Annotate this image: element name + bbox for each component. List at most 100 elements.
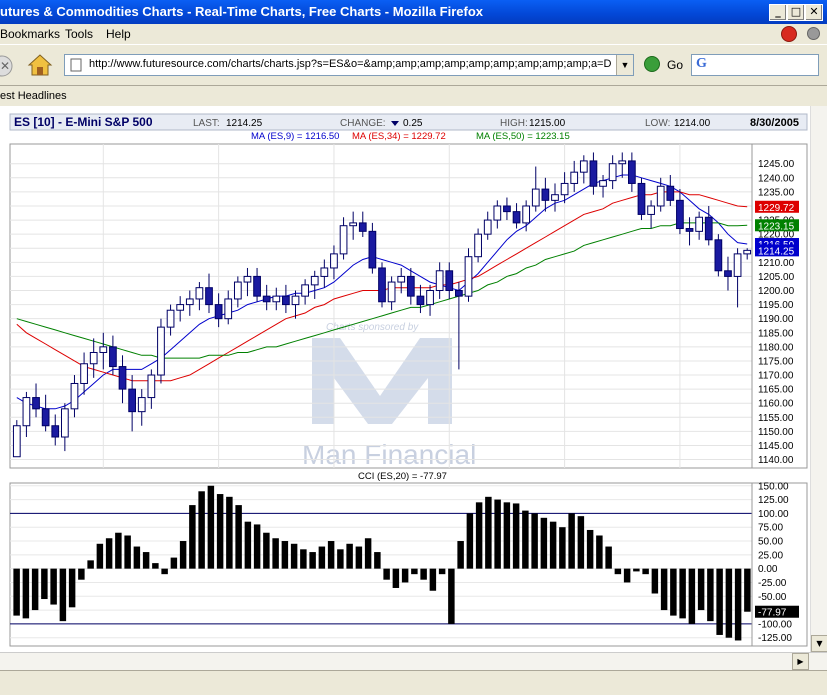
candle (656, 185, 665, 207)
candle (378, 267, 386, 303)
cci-bar (651, 568, 659, 594)
home-icon[interactable] (27, 53, 53, 77)
close-button[interactable]: ✕ (805, 4, 823, 21)
cci-tick-label: 150.00 (758, 481, 789, 492)
price-tick-label: 1185.00 (758, 328, 794, 339)
search-input[interactable]: G (691, 54, 819, 76)
scroll-down-arrow[interactable]: ▼ (811, 635, 827, 652)
price-tick-label: 1190.00 (758, 314, 794, 325)
url-text: http://www.futuresource.com/charts/chart… (89, 58, 612, 70)
cci-bar (337, 549, 344, 569)
cci-bar (198, 491, 205, 569)
candle (89, 351, 98, 365)
cci-bar (512, 503, 520, 569)
cci-bar (605, 546, 612, 569)
cci-bar (179, 541, 187, 569)
cci-bar (355, 546, 363, 569)
candle (301, 284, 309, 297)
high-label: HIGH: (500, 118, 528, 129)
cci-bar (318, 546, 326, 569)
menu-help[interactable]: Help (106, 27, 131, 41)
cci-bar (448, 568, 455, 624)
cci-tick-label: 0.00 (758, 564, 778, 575)
cci-bar (309, 552, 316, 569)
cci-bar (364, 538, 372, 569)
candle (224, 298, 233, 320)
candle (464, 256, 473, 297)
cci-bar (115, 532, 122, 569)
menu-bookmarks[interactable]: Bookmarks (0, 27, 60, 41)
price-panel (9, 143, 808, 469)
cci-bar (96, 543, 104, 569)
vertical-scrollbar[interactable]: ▼ (810, 106, 827, 652)
cci-bar (78, 568, 85, 580)
maximize-button[interactable]: □ (787, 4, 805, 21)
candle (551, 194, 559, 201)
price-tick-label: 1140.00 (758, 455, 794, 466)
cci-bar (660, 568, 668, 611)
go-button[interactable]: Go (667, 58, 683, 72)
go-icon[interactable] (644, 56, 660, 72)
candle (637, 182, 646, 215)
price-tick-label: 1165.00 (758, 385, 794, 396)
candle (349, 222, 358, 227)
cci-bar (466, 513, 474, 569)
horizontal-scrollbar[interactable]: ▶ (0, 652, 827, 671)
candle (445, 270, 454, 292)
cci-bar (540, 517, 548, 569)
url-dropdown-button[interactable]: ▼ (616, 55, 633, 75)
cci-bar (235, 505, 242, 569)
candle (589, 160, 598, 187)
bookmark-latest-headlines[interactable]: est Headlines (0, 90, 67, 102)
cci-bar (744, 568, 751, 612)
candle (12, 425, 21, 458)
cci-bar (549, 521, 557, 569)
candle (531, 188, 540, 207)
search-engine-icon[interactable]: G (696, 56, 707, 72)
cci-bar (596, 535, 603, 569)
candle (118, 366, 127, 390)
candle (714, 239, 723, 272)
cci-bar (642, 568, 649, 575)
candle (195, 287, 204, 300)
cci-bar (614, 568, 622, 575)
high-value: 1215.00 (529, 118, 566, 129)
cci-bar (475, 502, 483, 569)
candle (579, 160, 588, 173)
candle (704, 216, 713, 241)
candle (32, 397, 40, 410)
minimize-button[interactable]: _ (769, 4, 787, 21)
cci-bar (734, 568, 742, 641)
candle (262, 295, 271, 303)
candle (676, 199, 684, 230)
scroll-right-arrow[interactable]: ▶ (792, 653, 809, 670)
price-tick-label: 1235.00 (758, 187, 795, 198)
menu-tools[interactable]: Tools (65, 27, 93, 41)
candle (109, 346, 117, 368)
menu-bar: Bookmarks Tools Help (0, 24, 827, 44)
candle (503, 205, 511, 213)
candle (368, 230, 377, 269)
candle (599, 180, 607, 187)
cci-bar (577, 516, 585, 569)
stop-icon[interactable] (781, 26, 797, 42)
cci-tick-label: -25.00 (758, 578, 787, 589)
cci-bar (31, 568, 39, 611)
cci-tick-label: 50.00 (758, 537, 783, 548)
ma-label-2: MA (ES,50) = 1223.15 (476, 131, 570, 142)
candle (166, 309, 175, 328)
url-input[interactable]: http://www.futuresource.com/charts/chart… (64, 54, 634, 76)
candle (570, 171, 579, 184)
cci-bar (290, 543, 298, 569)
price-tick-label: 1210.00 (758, 258, 795, 269)
cci-bar (494, 499, 501, 569)
price-tick-label: 1155.00 (758, 413, 794, 424)
cci-bar (13, 568, 20, 616)
cci-bar (531, 513, 538, 569)
cci-tick-label: 75.00 (758, 523, 783, 534)
page-icon (70, 58, 82, 72)
cci-bar (124, 535, 131, 569)
ma-label-0: MA (ES,9) = 1216.50 (251, 131, 339, 142)
candle (137, 397, 146, 413)
stop-reload-icon[interactable]: ✕ (0, 55, 16, 77)
